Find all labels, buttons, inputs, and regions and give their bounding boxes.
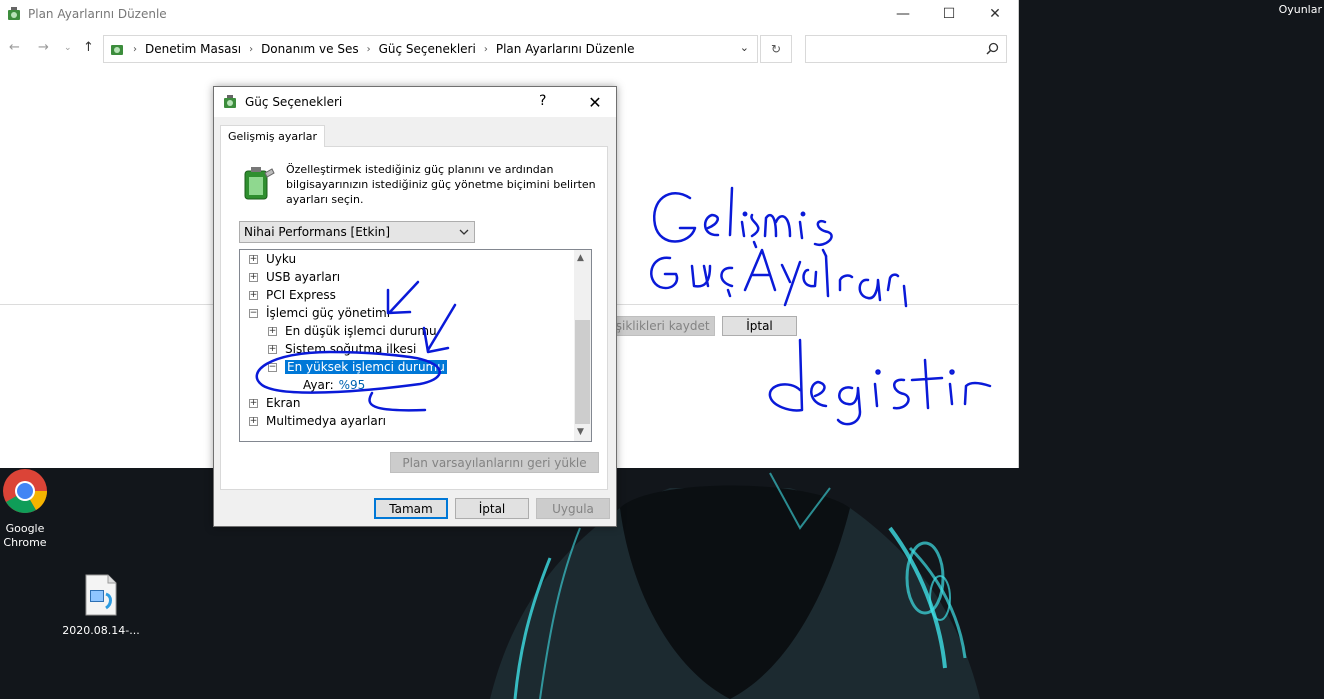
tree-item-label: PCI Express <box>266 288 336 302</box>
breadcrumb-separator-icon: › <box>483 43 488 55</box>
tree-item-label: En düşük işlemci durumu <box>285 324 437 338</box>
tree-item[interactable]: + Multimedya ayarları <box>249 412 386 430</box>
back-arrow-icon[interactable]: ← <box>9 40 20 55</box>
battery-plug-icon <box>244 167 275 200</box>
forward-arrow-icon[interactable]: → <box>38 40 49 55</box>
tree-item[interactable]: + En düşük işlemci durumu <box>268 322 437 340</box>
window-title: Plan Ayarlarını Düzenle <box>28 7 167 21</box>
tree-item-label: Multimedya ayarları <box>266 414 386 428</box>
breadcrumb-item[interactable]: Güç Seçenekleri <box>379 42 476 56</box>
advanced-settings-panel: Özelleştirmek istediğiniz güç planını ve… <box>220 146 608 490</box>
scroll-up-icon[interactable]: ▲ <box>577 253 584 263</box>
close-button[interactable]: ✕ <box>972 0 1018 28</box>
control-panel-icon <box>111 45 123 55</box>
ok-button[interactable]: Tamam <box>374 498 448 519</box>
tree-item[interactable]: − İşlemci güç yönetimi <box>249 304 390 322</box>
dialog-close-button[interactable]: ✕ <box>580 89 610 115</box>
breadcrumb: › Denetim Masası › Donanım ve Ses › Güç … <box>125 42 635 56</box>
intro-text: Özelleştirmek istediğiniz güç planını ve… <box>286 163 596 206</box>
dialog-title: Güç Seçenekleri <box>245 95 343 109</box>
restore-plan-defaults-button[interactable]: Plan varsayılanlarını geri yükle <box>390 452 599 473</box>
close-icon: ✕ <box>588 92 602 112</box>
power-plan-select[interactable]: Nihai Performans [Etkin] <box>239 221 475 243</box>
expand-icon[interactable]: + <box>249 272 258 282</box>
tree-item[interactable]: + PCI Express <box>249 286 336 304</box>
window-titlebar: Plan Ayarlarını Düzenle <box>0 0 1018 28</box>
setting-label: Ayar: <box>303 378 334 392</box>
breadcrumb-separator-icon: › <box>133 43 137 55</box>
breadcrumb-separator-icon: › <box>249 43 254 55</box>
settings-tree[interactable]: + Uyku + USB ayarları + PCI Express − İş… <box>239 249 592 442</box>
maximize-button[interactable]: ☐ <box>926 0 972 28</box>
setting-value[interactable]: %95 <box>339 378 366 392</box>
tab-advanced-settings[interactable]: Gelişmiş ayarlar <box>220 125 325 147</box>
refresh-button[interactable]: ↻ <box>760 35 792 63</box>
breadcrumb-item[interactable]: Denetim Masası <box>145 42 241 56</box>
scroll-thumb[interactable] <box>575 320 590 424</box>
scroll-down-icon[interactable]: ▼ <box>577 427 584 437</box>
video-file-icon <box>85 574 117 616</box>
tree-item[interactable]: + Sistem soğutma ilkesi <box>268 340 416 358</box>
desktop-icon-label: 2020.08.14-... <box>62 624 140 637</box>
desktop-icon-label: Google Chrome <box>3 522 47 549</box>
minimize-button[interactable]: — <box>880 0 926 28</box>
expand-icon[interactable]: + <box>268 344 277 354</box>
breadcrumb-item[interactable]: Plan Ayarlarını Düzenle <box>496 42 635 56</box>
explorer-cancel-button[interactable]: İptal <box>722 316 797 336</box>
collapse-icon[interactable]: − <box>249 308 258 318</box>
power-options-icon <box>8 7 20 20</box>
tree-item-label: Sistem soğutma ilkesi <box>285 342 417 356</box>
cancel-button[interactable]: İptal <box>455 498 529 519</box>
tree-item[interactable]: + Ekran <box>249 394 300 412</box>
chrome-icon <box>3 469 47 513</box>
refresh-icon: ↻ <box>770 42 782 56</box>
tree-item-label: İşlemci güç yönetimi <box>266 306 391 320</box>
expand-icon[interactable]: + <box>249 398 258 408</box>
expand-icon[interactable]: + <box>249 254 258 264</box>
desktop-icon-video-file[interactable]: 2020.08.14-... <box>59 574 143 638</box>
breadcrumb-item[interactable]: Donanım ve Ses <box>261 42 359 56</box>
tree-item-label: En yüksek işlemci durumu <box>285 360 447 374</box>
desktop-corner-label: Oyunlar <box>1278 3 1322 16</box>
search-icon <box>986 42 999 55</box>
tree-item-label: Uyku <box>266 252 297 266</box>
navigation-bar: ← → ⌄ ↑ › Denetim Masası › Donanım ve Se… <box>0 35 1019 63</box>
tree-setting-value[interactable]: Ayar: %95 <box>303 376 365 394</box>
address-bar[interactable]: › Denetim Masası › Donanım ve Ses › Güç … <box>103 35 758 63</box>
breadcrumb-separator-icon: › <box>366 43 371 55</box>
save-changes-button[interactable]: ışiklikleri kaydet <box>607 316 715 336</box>
tree-item-selected[interactable]: − En yüksek işlemci durumu <box>268 358 447 376</box>
dialog-titlebar: Güç Seçenekleri <box>214 87 616 117</box>
collapse-icon[interactable]: − <box>268 362 277 372</box>
power-options-dialog: Güç Seçenekleri ? ✕ Gelişmiş ayarlar Öze… <box>213 86 617 527</box>
power-plan-selected-value: Nihai Performans [Etkin] <box>244 225 391 239</box>
tree-item-label: USB ayarları <box>266 270 341 284</box>
expand-icon[interactable]: + <box>249 290 258 300</box>
chevron-down-icon <box>459 229 469 235</box>
up-arrow-icon[interactable]: ↑ <box>83 40 94 55</box>
desktop-icon-chrome[interactable]: Google Chrome <box>0 468 67 550</box>
tree-scrollbar[interactable]: ▲ ▼ <box>574 250 591 441</box>
help-button[interactable]: ? <box>539 93 546 109</box>
search-input[interactable] <box>805 35 1007 63</box>
tree-item[interactable]: + Uyku <box>249 250 296 268</box>
expand-icon[interactable]: + <box>249 416 258 426</box>
apply-button[interactable]: Uygula <box>536 498 610 519</box>
tree-item[interactable]: + USB ayarları <box>249 268 340 286</box>
recent-locations-chevron-icon[interactable]: ⌄ <box>64 43 72 53</box>
address-dropdown-chevron-icon[interactable]: ⌄ <box>740 41 749 54</box>
expand-icon[interactable]: + <box>268 326 277 336</box>
power-options-icon <box>224 95 236 108</box>
tree-item-label: Ekran <box>266 396 301 410</box>
